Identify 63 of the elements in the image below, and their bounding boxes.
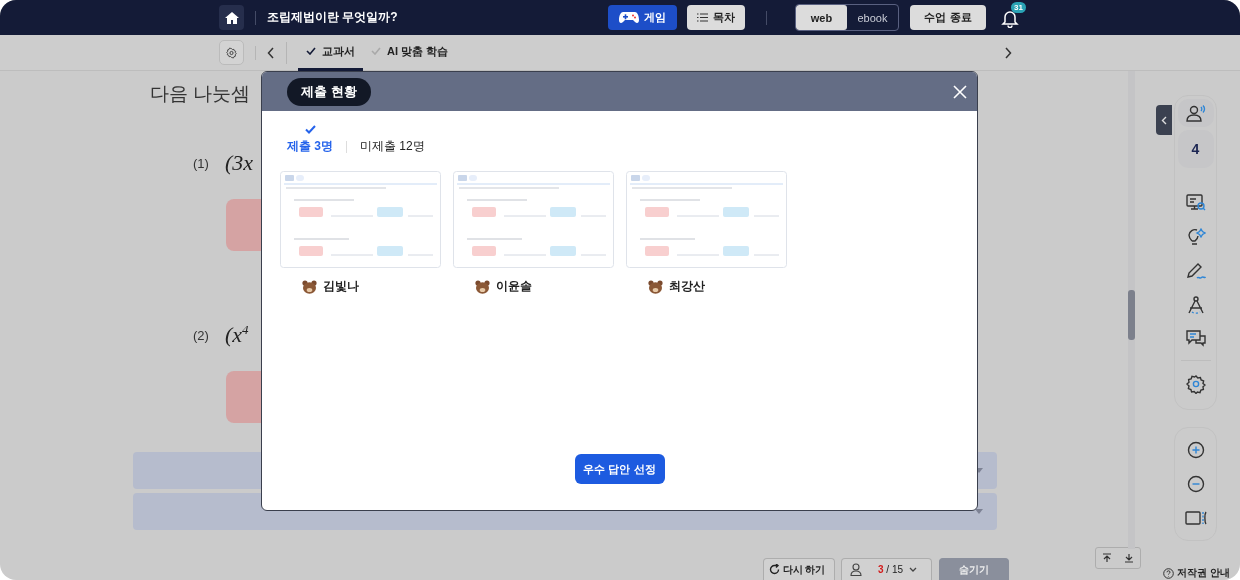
notification-badge: 31 bbox=[1011, 1, 1026, 13]
student-count: 4 bbox=[1177, 130, 1214, 168]
contents-button[interactable]: 목차 bbox=[687, 5, 745, 30]
caret-down-icon bbox=[975, 509, 983, 514]
previous-button[interactable] bbox=[267, 46, 275, 59]
person-icon bbox=[850, 563, 862, 576]
list-icon bbox=[697, 13, 708, 22]
check-icon bbox=[306, 47, 316, 55]
zoom-out-icon bbox=[1186, 475, 1205, 493]
lightbulb-icon bbox=[1185, 227, 1206, 247]
home-icon bbox=[223, 10, 240, 25]
settings-icon bbox=[226, 44, 237, 61]
bear-icon bbox=[475, 279, 490, 294]
chevron-right-icon bbox=[1004, 46, 1012, 59]
refresh-icon bbox=[769, 564, 780, 575]
close-icon bbox=[953, 84, 967, 99]
chevron-down-icon bbox=[909, 567, 918, 572]
lesson-title: 조립제법이란 무엇일까? bbox=[267, 9, 398, 26]
question-text: 다음 나눗셈 bbox=[150, 82, 251, 106]
chat-icon bbox=[1185, 330, 1206, 348]
bear-icon bbox=[648, 279, 663, 294]
tab[interactable]: 미제출 12명 bbox=[360, 134, 425, 155]
bear-icon bbox=[302, 279, 317, 294]
item-number: (2) bbox=[193, 327, 209, 343]
next-button[interactable] bbox=[1004, 46, 1012, 59]
chevron-left-icon bbox=[1161, 115, 1167, 125]
student-name: 김빛나 bbox=[323, 278, 359, 295]
collapse-tab[interactable] bbox=[1156, 105, 1172, 135]
settings-button[interactable] bbox=[219, 40, 244, 65]
settings-icon bbox=[1185, 374, 1206, 394]
gamepad-icon bbox=[619, 11, 639, 24]
math-expression: (3x bbox=[224, 150, 253, 176]
arrow-down-icon bbox=[1124, 553, 1134, 563]
view-toggle-option[interactable]: ebook bbox=[847, 5, 898, 30]
chevron-left-icon bbox=[267, 46, 275, 59]
monitor-search-icon bbox=[1185, 194, 1206, 212]
retry-button[interactable]: 다시 하기 bbox=[763, 558, 835, 580]
zoom-in-icon bbox=[1186, 441, 1205, 459]
student-name: 이윤솔 bbox=[496, 278, 532, 295]
person-icon bbox=[1185, 104, 1206, 122]
pencil-icon bbox=[1185, 262, 1206, 280]
home-button[interactable] bbox=[219, 5, 244, 30]
student-selector[interactable]: 3 / 15 bbox=[841, 558, 932, 580]
math-expression: (x$^{4}$ bbox=[224, 321, 249, 349]
student-name: 최강산 bbox=[669, 278, 705, 295]
view-toggle-option[interactable]: web bbox=[796, 5, 847, 30]
compass-icon bbox=[1185, 295, 1206, 315]
select-best-answer-button[interactable]: 우수 답안 선정 bbox=[574, 454, 665, 484]
students-button[interactable] bbox=[1177, 99, 1214, 127]
item-number: (1) bbox=[193, 155, 209, 171]
check-icon bbox=[304, 125, 316, 134]
scrollbar-thumb[interactable] bbox=[1128, 290, 1135, 340]
arrow-up-icon bbox=[1102, 553, 1112, 563]
close-button[interactable] bbox=[953, 84, 967, 99]
copyright-link[interactable]: 저작권 안내 bbox=[1177, 566, 1230, 580]
tab[interactable]: AI 맞춤 학습 bbox=[363, 34, 457, 71]
dialog-title: 제출 현황 bbox=[287, 77, 371, 106]
end-class-button[interactable]: 수업 종료 bbox=[910, 5, 986, 30]
panel-icon bbox=[1184, 510, 1207, 526]
tab[interactable]: 제출 3명 bbox=[287, 125, 333, 155]
game-button[interactable]: 게임 bbox=[608, 5, 677, 30]
help-icon bbox=[1163, 567, 1174, 579]
check-icon bbox=[371, 47, 381, 55]
